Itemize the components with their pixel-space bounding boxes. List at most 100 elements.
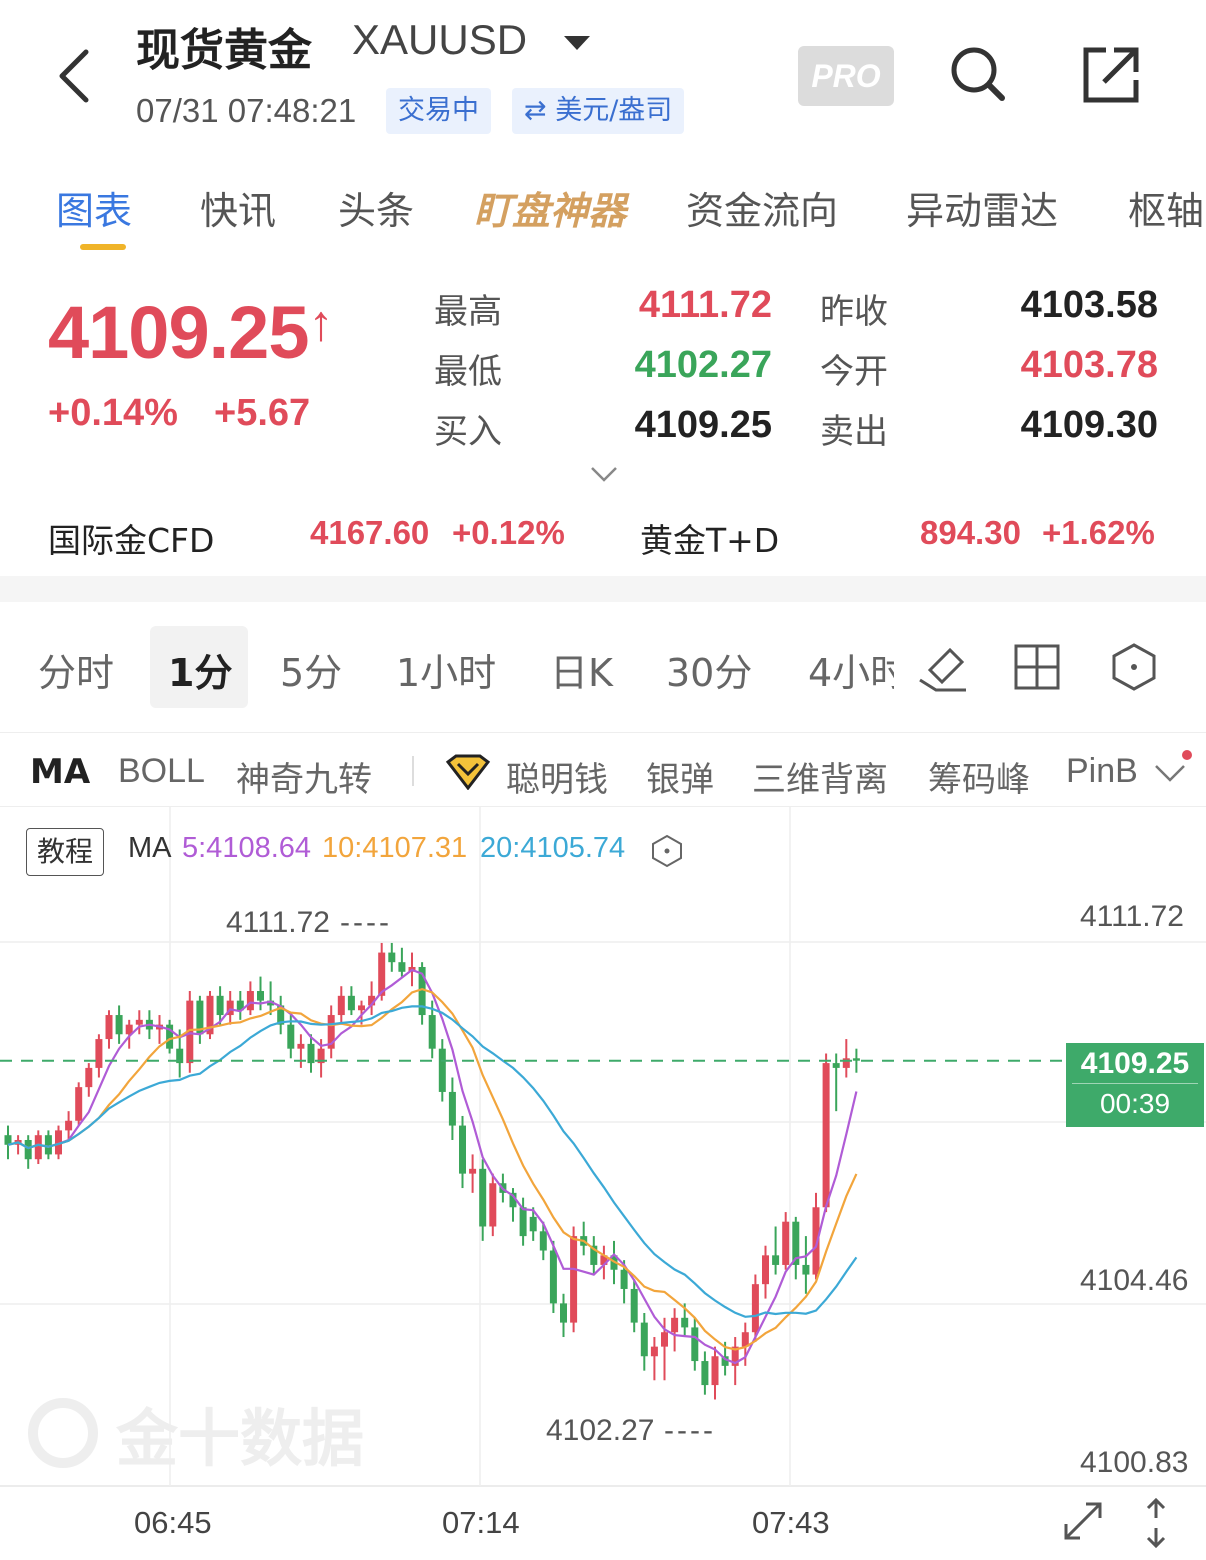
quote-timestamp: 07/31 07:48:21: [136, 92, 357, 129]
high-marker-label: 4111.72: [226, 906, 330, 939]
related-change: +0.12%: [452, 514, 565, 551]
period-5min[interactable]: 5分: [280, 642, 342, 697]
candle-body: [358, 1005, 365, 1011]
pro-button[interactable]: PRO: [798, 46, 894, 106]
candle-body: [115, 1015, 123, 1035]
symbol-selector[interactable]: XAUUSD: [352, 16, 602, 72]
expand-quote-button[interactable]: [588, 464, 620, 486]
bid-value: 4109.25: [634, 404, 772, 446]
trading-status-badge: 交易中: [386, 88, 491, 134]
period-timeline[interactable]: 分时: [38, 642, 114, 697]
low-marker-label: 4102.27: [546, 1414, 655, 1447]
period-4hour[interactable]: 4小时: [808, 642, 894, 692]
candle-body: [287, 1024, 295, 1049]
layout-grid-button[interactable]: [1014, 644, 1060, 690]
candle-body: [297, 1043, 305, 1049]
candle-body: [671, 1317, 679, 1333]
candle-body: [337, 995, 345, 1016]
candle-body: [105, 1015, 113, 1040]
candle-body: [307, 1043, 315, 1064]
hexagon-settings-icon: [652, 834, 682, 868]
price-value: 4109.25: [48, 291, 309, 374]
candle-body: [802, 1264, 810, 1275]
tab-anomaly-radar[interactable]: 异动雷达: [906, 180, 1058, 235]
countdown: 00:39: [1099, 1088, 1171, 1119]
candle-body: [620, 1269, 628, 1289]
candle-body: [135, 1019, 143, 1025]
high-value: 4111.72: [638, 284, 772, 326]
tab-pivot[interactable]: 枢轴: [1128, 180, 1204, 235]
low-label: 最低: [434, 352, 502, 392]
candle-body: [560, 1303, 567, 1323]
candle-body: [448, 1091, 456, 1126]
indicator-nine-turn[interactable]: 神奇九转: [236, 752, 372, 801]
candle-body: [701, 1361, 709, 1386]
candle-body: [549, 1250, 557, 1304]
indicator-boll[interactable]: BOLL: [118, 752, 205, 791]
indicator-chip-peak[interactable]: 筹码峰: [928, 752, 1030, 801]
candle-body: [388, 952, 396, 963]
candle-body: [772, 1255, 780, 1265]
current-price-tag: 4109.25 00:39: [1066, 1043, 1204, 1127]
up-arrow-icon: ↑: [308, 295, 334, 351]
candle-body: [489, 1183, 497, 1227]
hexagon-settings-icon: [1112, 643, 1156, 691]
candle-body: [34, 1135, 42, 1160]
share-button[interactable]: [1080, 44, 1142, 106]
indicator-smart-money[interactable]: 聪明钱: [506, 752, 608, 801]
candle-body: [529, 1216, 537, 1232]
expand-icon: [1064, 1502, 1102, 1540]
indicator-pinb[interactable]: PinB: [1066, 752, 1138, 791]
low-marker-dashes: ----: [664, 1414, 716, 1447]
related-name[interactable]: 国际金CFD: [48, 514, 214, 562]
indicator-ma[interactable]: MA: [30, 752, 90, 792]
candle-body: [75, 1087, 83, 1121]
tab-chart[interactable]: 图表: [56, 180, 132, 235]
chart-settings-button[interactable]: [1110, 642, 1158, 692]
indicator-separator: [412, 756, 414, 786]
prev-close-value: 4103.58: [1020, 284, 1158, 326]
tab-fund-flow[interactable]: 资金流向: [686, 180, 838, 235]
ma10-value: 10:4107.31: [322, 832, 468, 864]
diamond-icon: [444, 754, 492, 791]
vertical-arrows-icon: [1146, 1497, 1166, 1549]
tab-headlines[interactable]: 头条: [338, 180, 414, 235]
open-label: 今开: [820, 352, 888, 392]
ma-legend-label: MA: [128, 832, 172, 864]
candle-body: [822, 1063, 830, 1208]
candle-body: [650, 1346, 658, 1357]
vertical-scale-button[interactable]: [1140, 1496, 1172, 1550]
watermark: 金十数据: [28, 1388, 364, 1478]
ma-settings-button[interactable]: [650, 834, 684, 868]
fullscreen-button[interactable]: [1060, 1498, 1106, 1544]
period-1min[interactable]: 1分: [168, 642, 232, 697]
indicator-3d-divergence[interactable]: 三维背离: [752, 752, 888, 801]
unit-switch-badge[interactable]: ⇄ 美元/盎司: [512, 88, 685, 134]
current-price-tag-value: 4109.25: [1080, 1047, 1190, 1080]
candle-body: [519, 1207, 527, 1237]
x-axis-label: 07:14: [442, 1505, 520, 1540]
candle-body: [398, 962, 406, 972]
related-change: +1.62%: [1042, 514, 1155, 551]
y-axis-label: 4100.83: [1080, 1446, 1189, 1479]
chevron-down-icon: [591, 467, 617, 482]
indicator-more-button[interactable]: [1152, 760, 1188, 784]
related-name[interactable]: 黄金T+D: [640, 514, 779, 562]
tab-news-flash[interactable]: 快讯: [200, 180, 276, 235]
tutorial-button[interactable]: 教程: [26, 828, 104, 876]
period-30min[interactable]: 30分: [666, 642, 752, 697]
draw-tool-button[interactable]: [916, 640, 970, 694]
candle-body: [44, 1135, 52, 1155]
candle-body: [630, 1288, 638, 1323]
indicator-silver-bullet[interactable]: 银弹: [646, 752, 714, 801]
divider: [0, 732, 1206, 733]
period-1hour[interactable]: 1小时: [396, 642, 496, 697]
tab-watch-tool[interactable]: 盯盘神器: [474, 180, 626, 235]
back-button[interactable]: [52, 46, 96, 106]
search-button[interactable]: [948, 44, 1008, 104]
ask-label: 卖出: [820, 412, 888, 452]
prev-close-label: 昨收: [820, 292, 888, 332]
period-daily[interactable]: 日K: [550, 642, 613, 697]
candle-body: [782, 1221, 790, 1265]
x-axis-label: 06:45: [134, 1505, 212, 1540]
